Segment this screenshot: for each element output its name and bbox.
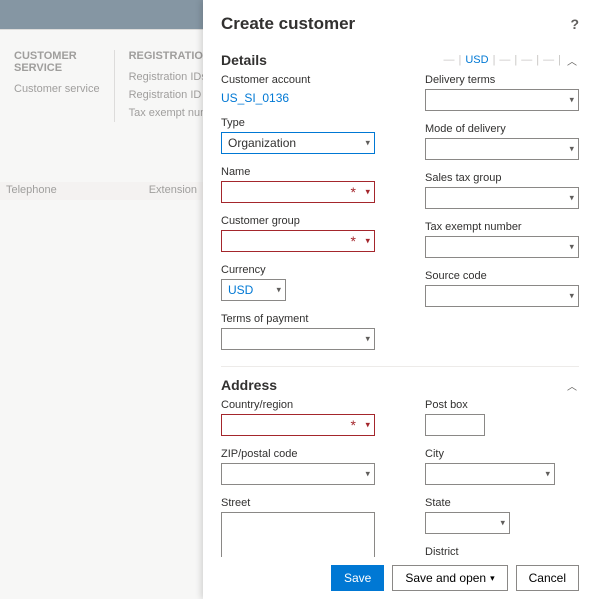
section-title-address: Address <box>221 377 277 393</box>
save-button[interactable]: Save <box>331 565 384 591</box>
chevron-down-icon: ▾ <box>365 187 370 198</box>
chevron-down-icon: ▾ <box>569 144 574 155</box>
type-select[interactable]: Organization ▾ <box>221 132 375 154</box>
panel-title: Create customer <box>221 14 355 34</box>
delivery-terms-select[interactable]: ▾ <box>425 89 579 111</box>
separator-icon: | <box>558 54 561 66</box>
section-header-details[interactable]: Details ― | USD | ― | ― | ― | ︿ <box>221 42 579 74</box>
name-input[interactable]: * ▾ <box>221 181 375 203</box>
chevron-down-icon: ▾ <box>545 469 550 480</box>
chevron-down-icon: ▾ <box>365 138 370 149</box>
tax-exempt-number-select[interactable]: ▾ <box>425 236 579 258</box>
postbox-input[interactable] <box>425 414 485 436</box>
background-page: CUSTOMER SERVICE Customer service REGIST… <box>0 0 203 599</box>
required-icon: * <box>351 418 356 432</box>
currency-label: Currency <box>221 264 375 276</box>
country-region-label: Country/region <box>221 399 375 411</box>
required-icon: * <box>351 234 356 248</box>
mode-of-delivery-label: Mode of delivery <box>425 123 579 135</box>
mode-of-delivery-select[interactable]: ▾ <box>425 138 579 160</box>
chevron-down-icon: ▾ <box>569 193 574 204</box>
separator-icon: | <box>493 54 496 66</box>
chevron-down-icon: ▾ <box>365 420 370 431</box>
customer-group-label: Customer group <box>221 215 375 227</box>
save-and-open-button[interactable]: Save and open▾ <box>392 565 507 591</box>
separator-icon: | <box>514 54 517 66</box>
customer-account-label: Customer account <box>221 74 375 86</box>
cancel-button[interactable]: Cancel <box>516 565 579 591</box>
street-label: Street <box>221 497 375 509</box>
panel-body[interactable]: Details ― | USD | ― | ― | ― | ︿ Customer… <box>203 42 597 557</box>
chevron-down-icon: ▾ <box>365 469 370 480</box>
country-region-select[interactable]: * ▾ <box>221 414 375 436</box>
separator-icon: | <box>536 54 539 66</box>
separator-icon: ― <box>543 54 554 66</box>
delivery-terms-label: Delivery terms <box>425 74 579 86</box>
postbox-label: Post box <box>425 399 579 411</box>
chevron-up-icon[interactable]: ︿ <box>565 53 579 67</box>
type-label: Type <box>221 117 375 129</box>
source-code-select[interactable]: ▾ <box>425 285 579 307</box>
help-icon[interactable]: ? <box>570 16 579 32</box>
city-select[interactable]: ▾ <box>425 463 555 485</box>
bg-col1-header: CUSTOMER SERVICE <box>14 50 100 74</box>
chevron-down-icon: ▾ <box>490 573 495 584</box>
chevron-down-icon: ▾ <box>276 285 281 296</box>
bg-link: Customer service <box>14 80 100 98</box>
state-select[interactable]: ▾ <box>425 512 510 534</box>
zip-label: ZIP/postal code <box>221 448 375 460</box>
required-icon: * <box>351 185 356 199</box>
bg-grid-col1: Telephone <box>0 182 143 200</box>
separator-icon: | <box>458 54 461 66</box>
separator-icon: ― <box>443 54 454 66</box>
street-textarea[interactable] <box>221 512 375 557</box>
zip-select[interactable]: ▾ <box>221 463 375 485</box>
create-customer-panel: Create customer ? Details ― | USD | ― | … <box>203 0 597 599</box>
terms-of-payment-label: Terms of payment <box>221 313 375 325</box>
bg-grid-col2: Extension <box>143 182 203 200</box>
customer-group-select[interactable]: * ▾ <box>221 230 375 252</box>
bg-topbar <box>0 0 203 30</box>
chevron-down-icon: ▾ <box>500 518 505 529</box>
panel-footer: Save Save and open▾ Cancel <box>203 557 597 599</box>
currency-badge: USD <box>465 54 488 66</box>
name-input-field[interactable] <box>228 185 356 199</box>
terms-of-payment-select[interactable]: ▾ <box>221 328 375 350</box>
chevron-down-icon: ▾ <box>365 236 370 247</box>
type-value: Organization <box>228 136 296 150</box>
chevron-up-icon[interactable]: ︿ <box>565 378 579 392</box>
customer-account-value[interactable]: US_SI_0136 <box>221 89 375 105</box>
chevron-down-icon: ▾ <box>365 334 370 345</box>
name-label: Name <box>221 166 375 178</box>
district-label: District <box>425 546 579 557</box>
separator-icon: ― <box>499 54 510 66</box>
state-label: State <box>425 497 579 509</box>
chevron-down-icon: ▾ <box>569 95 574 106</box>
tax-exempt-number-label: Tax exempt number <box>425 221 579 233</box>
source-code-label: Source code <box>425 270 579 282</box>
section-title-details: Details <box>221 52 267 68</box>
chevron-down-icon: ▾ <box>569 242 574 253</box>
currency-value: USD <box>228 283 253 297</box>
sales-tax-group-select[interactable]: ▾ <box>425 187 579 209</box>
city-label: City <box>425 448 579 460</box>
sales-tax-group-label: Sales tax group <box>425 172 579 184</box>
section-header-address[interactable]: Address ︿ <box>221 366 579 399</box>
currency-select[interactable]: USD ▾ <box>221 279 286 301</box>
chevron-down-icon: ▾ <box>569 291 574 302</box>
separator-icon: ― <box>521 54 532 66</box>
